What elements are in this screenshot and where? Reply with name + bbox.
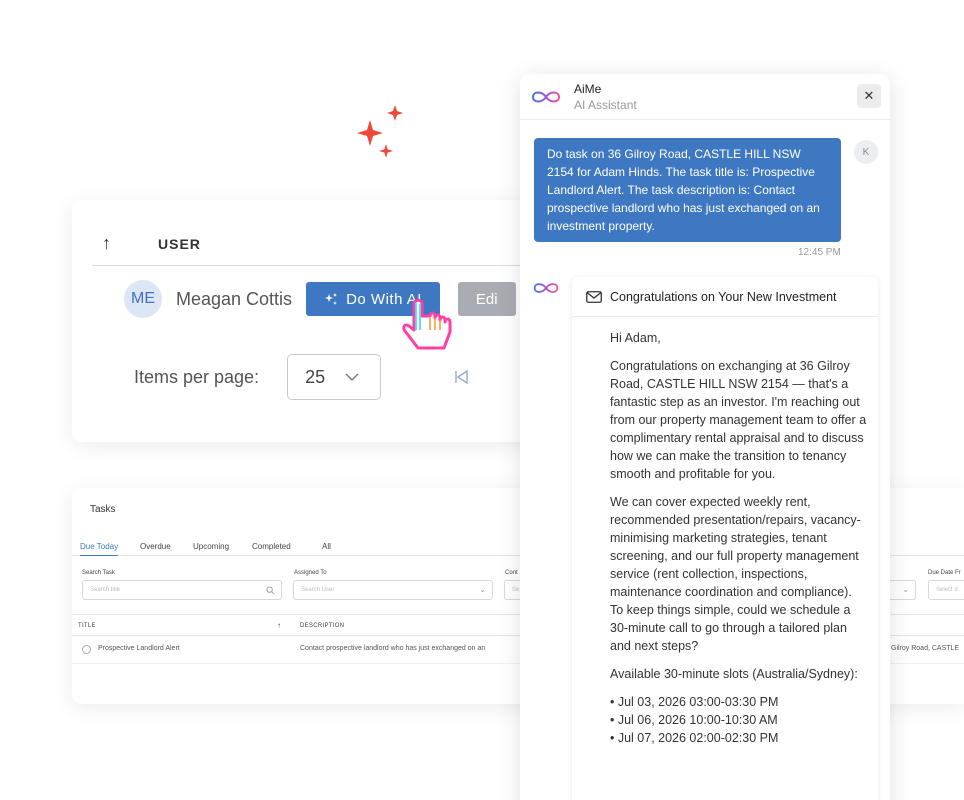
due-date-placeholder: Select d <box>936 587 958 593</box>
assistant-subtitle: AI Assistant <box>574 98 637 112</box>
close-icon: ✕ <box>863 88 875 103</box>
arrow-up-icon[interactable]: ↑ <box>92 233 132 254</box>
list-item: • Jul 03, 2026 03:00-03:30 PM <box>610 695 779 709</box>
ai-chat-panel: AiMe AI Assistant ✕ Do task on 36 Gilroy… <box>520 74 890 800</box>
hand-pointer-icon <box>402 298 452 350</box>
tab-due-today[interactable]: Due Today <box>80 542 119 556</box>
contact-label: Cont <box>505 570 518 576</box>
email-body: Hi Adam, Congratulations on exchanging a… <box>610 329 868 747</box>
pagination: Items per page: 25 <box>134 354 469 400</box>
email-paragraph-1: Congratulations on exchanging at 36 Gilr… <box>610 359 867 481</box>
edit-button[interactable]: Edi <box>457 282 516 316</box>
task-description: Contact prospective landlord who has jus… <box>300 645 486 652</box>
first-page-icon[interactable] <box>453 369 469 385</box>
stage: ↑ USER ME Meagan Cottis Do With AI Edi I… <box>0 0 964 800</box>
chevron-down-icon: ⌄ <box>902 585 909 594</box>
user-card: ↑ USER ME Meagan Cottis Do With AI Edi I… <box>72 200 542 442</box>
user-column-header[interactable]: USER <box>158 236 201 252</box>
chevron-down-icon <box>345 373 359 381</box>
due-date-input[interactable]: Select d <box>928 580 964 600</box>
list-item: • Jul 07, 2026 02:00-02:30 PM <box>610 731 779 745</box>
sparkle-icon <box>357 105 403 158</box>
email-slots-list: • Jul 03, 2026 03:00-03:30 PM • Jul 06, … <box>610 693 868 747</box>
arrow-up-icon[interactable]: ↑ <box>277 621 281 630</box>
chat-header: AiMe AI Assistant ✕ <box>520 74 890 120</box>
task-address: Gilroy Road, CASTLE <box>891 645 960 652</box>
search-task-input[interactable]: Search title <box>82 580 282 600</box>
email-header: Congratulations on Your New Investment <box>572 277 878 317</box>
infinity-logo-icon <box>531 91 561 103</box>
message-timestamp: 12:45 PM <box>798 247 841 258</box>
assigned-to-label: Assigned To <box>294 570 327 576</box>
close-button[interactable]: ✕ <box>857 84 881 108</box>
email-slots-intro: Available 30-minute slots (Australia/Syd… <box>610 667 858 681</box>
task-title[interactable]: Prospective Landlord Alert <box>98 645 180 652</box>
email-paragraph-2: We can cover expected weekly rent, recom… <box>610 495 861 653</box>
task-complete-radio[interactable] <box>82 645 91 654</box>
user-avatar: K <box>854 140 878 164</box>
email-greeting: Hi Adam, <box>610 331 661 345</box>
items-per-page-label: Items per page: <box>134 366 260 387</box>
email-subject: Congratulations on Your New Investment <box>610 289 837 304</box>
avatar: ME <box>124 280 162 318</box>
assigned-to-select[interactable]: Search User ⌄ <box>293 580 493 600</box>
items-per-page-select[interactable]: 25 <box>287 354 382 400</box>
list-item: • Jul 06, 2026 10:00-10:30 AM <box>610 713 778 727</box>
items-per-page-value: 25 <box>305 366 326 387</box>
tab-all[interactable]: All <box>322 542 331 551</box>
edit-label: Edi <box>475 290 498 308</box>
infinity-logo-icon <box>533 283 559 293</box>
mail-icon <box>586 290 602 303</box>
ai-sparkle-icon <box>325 293 338 305</box>
assistant-name: AiMe <box>574 82 602 96</box>
search-icon <box>266 586 275 595</box>
description-column-header[interactable]: DESCRIPTION <box>300 623 344 629</box>
search-task-label: Search Task <box>82 570 115 576</box>
email-draft-card: Congratulations on Your New Investment H… <box>572 277 878 800</box>
search-task-placeholder: Search title <box>90 587 121 593</box>
title-column-header[interactable]: TITLE <box>78 623 96 629</box>
tab-overdue[interactable]: Overdue <box>140 542 171 551</box>
user-message: Do task on 36 Gilroy Road, CASTLE HILL N… <box>534 138 841 242</box>
due-date-label: Due Date Fr <box>928 570 961 576</box>
tasks-title: Tasks <box>90 504 116 515</box>
assigned-to-placeholder: Search User <box>301 587 335 593</box>
chevron-down-icon: ⌄ <box>479 585 486 594</box>
tab-completed[interactable]: Completed <box>252 542 291 551</box>
tab-upcoming[interactable]: Upcoming <box>193 542 229 551</box>
user-name: Meagan Cottis <box>176 288 293 309</box>
contact-placeholder: Se <box>512 587 520 593</box>
user-table-header: ↑ USER <box>92 222 542 266</box>
